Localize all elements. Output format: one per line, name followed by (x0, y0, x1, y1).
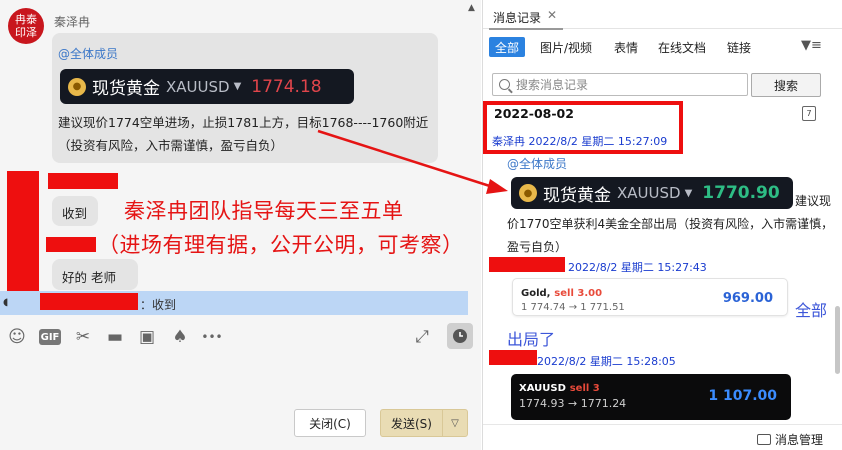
message-meta: 秦泽冉 2022/8/2 星期二 15:27:09 (492, 135, 668, 148)
history-date: 2022-08-02 (494, 106, 574, 121)
filter-links[interactable]: 链接 (727, 37, 751, 57)
chat-bubble-icon (757, 434, 771, 445)
ticker-name: 现货黄金 (92, 79, 160, 99)
message-text: 建议现 (795, 194, 832, 208)
image-icon[interactable]: ▣ (136, 326, 158, 348)
redaction-bar (40, 293, 138, 310)
send-button[interactable]: 发送(S) (380, 409, 442, 437)
search-button[interactable]: 搜索 (751, 73, 821, 97)
trade-symbol: XAUUSD (519, 383, 566, 394)
annotation-text: （进场有理有据，公开公明，可考察） (98, 233, 464, 257)
mention-all[interactable]: @全体成员 (58, 45, 118, 62)
redaction-bar (46, 237, 96, 252)
message-text: 建议现价1774空单进场，止损1781上方，目标1768----1760附近（投… (58, 115, 429, 153)
history-title: 消息记录 (493, 11, 542, 25)
filter-funnel-icon[interactable]: ▼≡ (801, 38, 822, 53)
caret-down-icon: ▼ (233, 81, 242, 92)
ticker-price: 1774.18 (251, 76, 322, 97)
avatar[interactable]: 冉泰印泽 (8, 8, 44, 44)
annotation-text: 秦泽冉团队指导每天三至五单 (124, 199, 404, 223)
redaction-bar (48, 173, 118, 189)
annotation-text: 出局了 (507, 330, 556, 349)
message-meta: 2022/8/2 星期二 15:28:05 (537, 355, 676, 368)
search-input[interactable] (516, 77, 736, 92)
annotation-text: 全部 (795, 301, 828, 320)
trade-side: sell 3.00 (554, 288, 603, 299)
ticker-name: 现货黄金 (543, 185, 611, 206)
sender-name: 秦泽冉 (54, 15, 91, 29)
quote-icon: ◖ (3, 297, 9, 308)
trade-profit: 1 107.00 (708, 388, 777, 404)
trade-result-card[interactable]: Gold, sell 3.00 1 774.74 → 1 771.51 969.… (512, 278, 788, 316)
calendar-icon[interactable]: 7 (802, 106, 816, 121)
scissors-icon[interactable]: ✂ (72, 326, 94, 348)
message-text: 收到 (62, 206, 88, 221)
mention-all[interactable]: @全体成员 (507, 155, 567, 172)
scroll-up-arrow-icon[interactable]: ▲ (468, 3, 475, 13)
close-icon[interactable]: ✕ (547, 8, 557, 22)
gold-ticker-card[interactable]: ● 现货黄金 XAUUSD ▼ 1770.90 (511, 177, 793, 209)
trade-profit: 969.00 (722, 291, 773, 306)
gif-icon[interactable]: GIF (39, 329, 61, 345)
expand-icon[interactable]: ⤢ (411, 326, 433, 348)
redaction-bar (489, 257, 565, 272)
more-icon[interactable]: ••• (201, 326, 223, 348)
redaction-bar (489, 350, 537, 365)
message-text: 好的 老师 (62, 270, 116, 285)
history-pane: 消息记录 ✕ 全部 图片/视频 表情 在线文档 链接 ▼≡ 搜索 2022-08… (482, 0, 842, 450)
ticker-code: XAUUSD (166, 77, 230, 96)
gold-coin-icon: ● (519, 184, 537, 202)
redaction-bar (7, 171, 39, 305)
filter-images-videos[interactable]: 图片/视频 (540, 37, 592, 57)
message-meta: 2022/8/2 星期二 15:27:43 (568, 261, 707, 274)
trade-symbol: Gold, (521, 288, 551, 299)
history-clock-button[interactable] (447, 323, 473, 349)
ticker-price: 1770.90 (702, 183, 780, 203)
message-manage-label: 消息管理 (775, 433, 824, 447)
close-button[interactable]: 关闭(C) (294, 409, 366, 437)
clock-icon (453, 329, 467, 343)
filter-emoji[interactable]: 表情 (614, 37, 638, 57)
filter-all[interactable]: 全部 (489, 37, 525, 57)
send-options-chevron-icon[interactable]: ▽ (442, 409, 468, 437)
message-manage-button[interactable]: 消息管理 (757, 431, 823, 448)
chat-pane: 冉泰印泽 秦泽冉 ▲ @全体成员 ● 现货黄金 XAUUSD ▼ 1774.18… (0, 0, 481, 450)
caret-down-icon: ▼ (684, 187, 693, 199)
scrollbar-thumb[interactable] (835, 306, 840, 374)
filter-online-docs[interactable]: 在线文档 (658, 37, 706, 57)
trade-side: sell 3 (569, 383, 600, 394)
folder-icon[interactable]: ▬ (104, 326, 126, 348)
trade-result-card[interactable]: XAUUSD sell 3 1774.93 → 1771.24 1 107.00 (511, 374, 791, 420)
ticker-code: XAUUSD (617, 184, 681, 202)
bell-icon[interactable]: ♠ (169, 326, 191, 348)
gold-coin-icon: ● (68, 77, 86, 96)
gold-ticker-card[interactable]: ● 现货黄金 XAUUSD ▼ 1774.18 (60, 69, 354, 104)
emoji-icon[interactable]: ☺ (6, 326, 28, 348)
message-text: 价1770空单获利4美金全部出局（投资有风险，入市需谨慎，盈亏自负） (507, 217, 834, 254)
search-icon (499, 79, 510, 90)
quote-text: ：收到 (140, 298, 177, 312)
search-box[interactable] (492, 73, 748, 96)
tab-underline (489, 28, 563, 30)
